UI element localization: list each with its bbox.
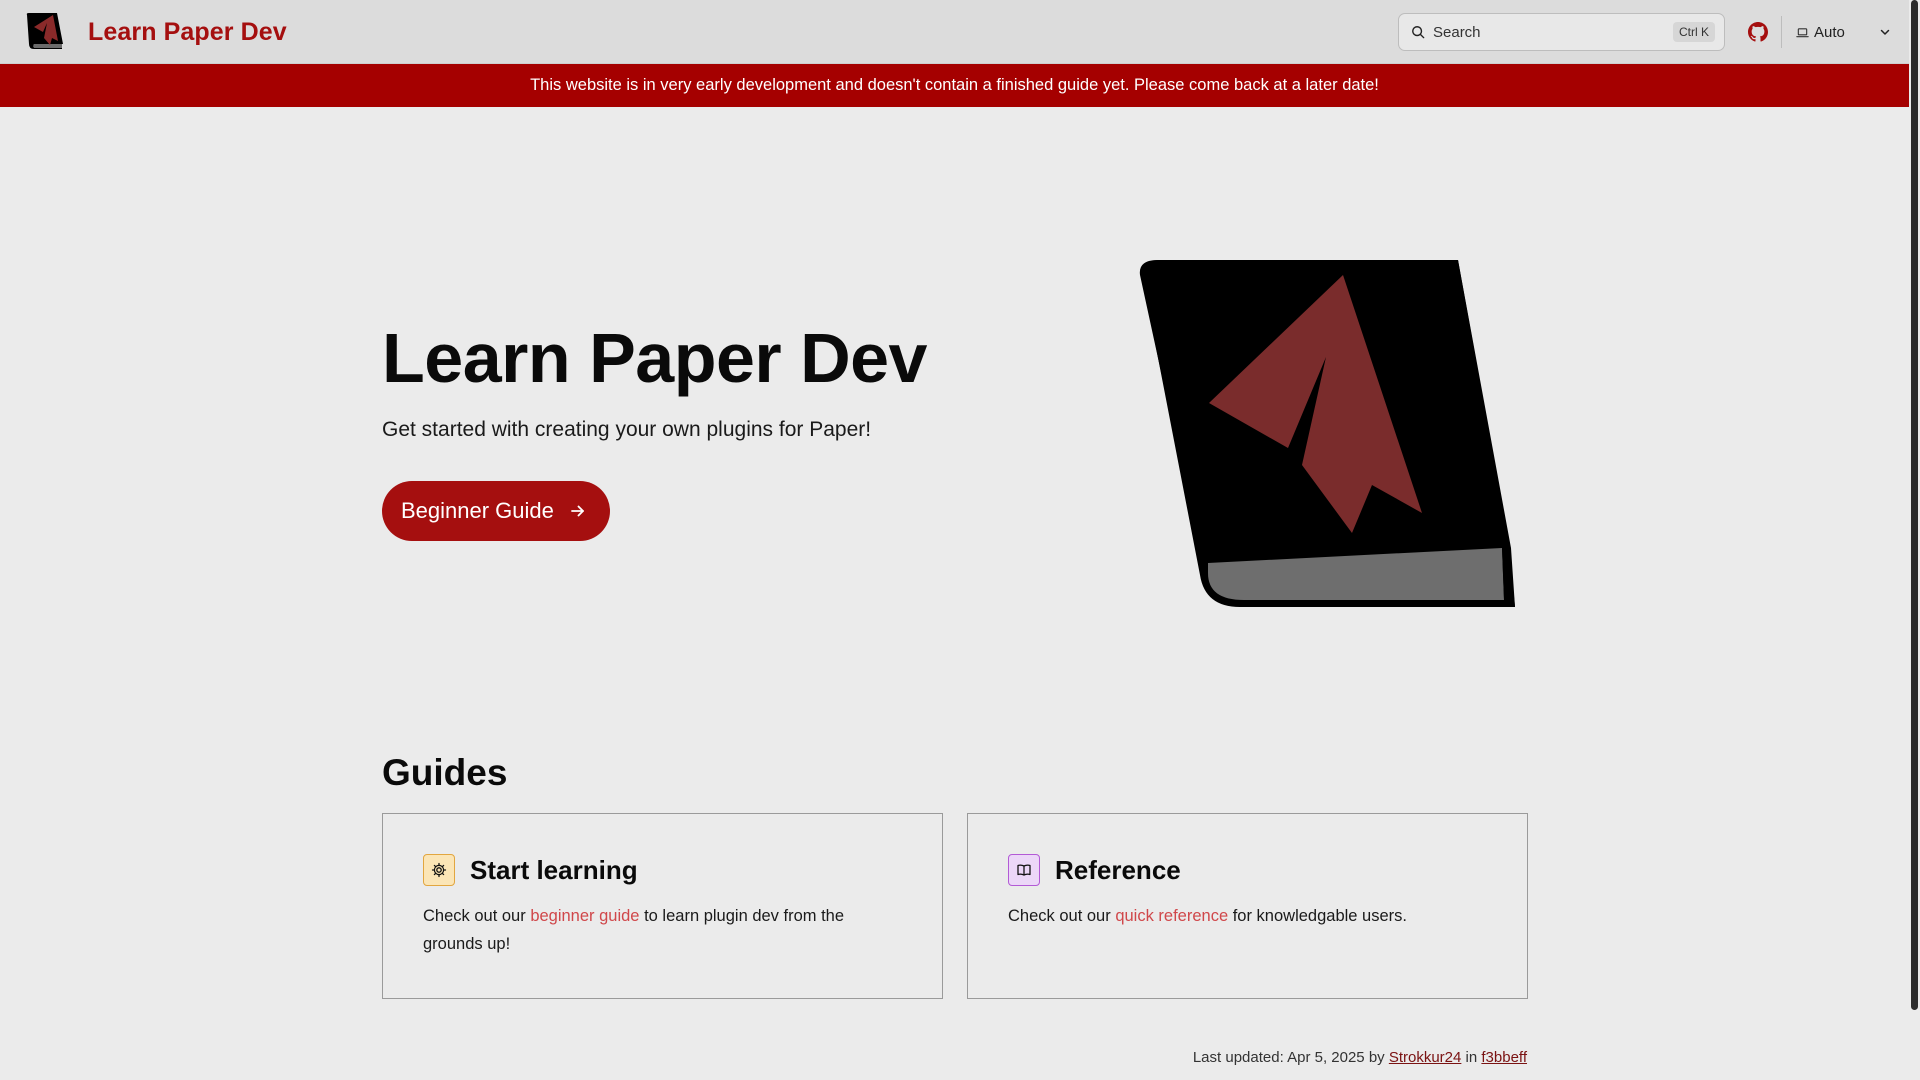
laptop-icon bbox=[1796, 27, 1809, 37]
hero-tagline: Get started with creating your own plugi… bbox=[382, 418, 872, 441]
last-updated: Last updated: Apr 5, 2025 by Strokkur24 … bbox=[1193, 1049, 1527, 1066]
beginner-guide-button-label: Beginner Guide bbox=[401, 498, 554, 523]
page: Learn Paper Dev Search Ctrl K Auto This … bbox=[0, 0, 1909, 1080]
last-updated-prefix: Last updated: Apr 5, 2025 by bbox=[1192, 1049, 1389, 1066]
search-button[interactable]: Search Ctrl K bbox=[1398, 13, 1725, 51]
card-description: Check out our beginner guide to learn pl… bbox=[423, 902, 902, 958]
card-title: Reference bbox=[1055, 854, 1181, 885]
card-text-prefix: Check out our bbox=[423, 907, 531, 925]
paper-book-logo-icon bbox=[26, 13, 63, 49]
nav-divider bbox=[1781, 16, 1782, 48]
chevron-down-icon bbox=[1880, 29, 1890, 35]
beginner-guide-link[interactable]: beginner guide bbox=[530, 907, 639, 925]
search-placeholder: Search bbox=[1433, 23, 1481, 41]
search-shortcut-badge: Ctrl K bbox=[1673, 22, 1715, 42]
book-icon bbox=[1008, 854, 1040, 886]
quick-reference-link[interactable]: quick reference bbox=[1115, 907, 1228, 925]
search-icon bbox=[1412, 26, 1425, 39]
card-text-prefix: Check out our bbox=[1008, 907, 1116, 925]
banner-text: This website is in very early developmen… bbox=[530, 76, 1379, 94]
development-banner: This website is in very early developmen… bbox=[0, 64, 1909, 107]
commit-link[interactable]: f3bbeff bbox=[1481, 1049, 1527, 1066]
top-navbar: Learn Paper Dev Search Ctrl K Auto bbox=[0, 0, 1909, 64]
site-title[interactable]: Learn Paper Dev bbox=[88, 18, 287, 47]
page-scrollbar[interactable] bbox=[1909, 0, 1920, 1080]
card-description: Check out our quick reference for knowle… bbox=[1008, 902, 1487, 930]
author-link[interactable]: Strokkur24 bbox=[1389, 1049, 1462, 1066]
beginner-guide-button[interactable]: Beginner Guide bbox=[382, 481, 610, 541]
last-updated-in: in bbox=[1461, 1049, 1482, 1066]
hero-title: Learn Paper Dev bbox=[382, 319, 927, 397]
paper-book-hero-image bbox=[1139, 260, 1515, 607]
gear-icon bbox=[423, 854, 455, 886]
theme-select-value: Auto bbox=[1814, 23, 1845, 41]
brand-link[interactable]: Learn Paper Dev bbox=[24, 12, 287, 50]
github-icon[interactable] bbox=[1748, 22, 1768, 42]
card-title: Start learning bbox=[470, 854, 638, 885]
card-text-suffix: for knowledgable users. bbox=[1228, 907, 1407, 925]
guides-heading: Guides bbox=[382, 752, 508, 793]
theme-select[interactable]: Auto bbox=[1796, 18, 1891, 46]
scrollbar-thumb[interactable] bbox=[1911, 0, 1918, 1010]
arrow-right-icon bbox=[570, 505, 584, 517]
guide-card-reference: Reference Check out our quick reference … bbox=[967, 813, 1528, 999]
guide-card-start-learning: Start learning Check out our beginner gu… bbox=[382, 813, 943, 999]
